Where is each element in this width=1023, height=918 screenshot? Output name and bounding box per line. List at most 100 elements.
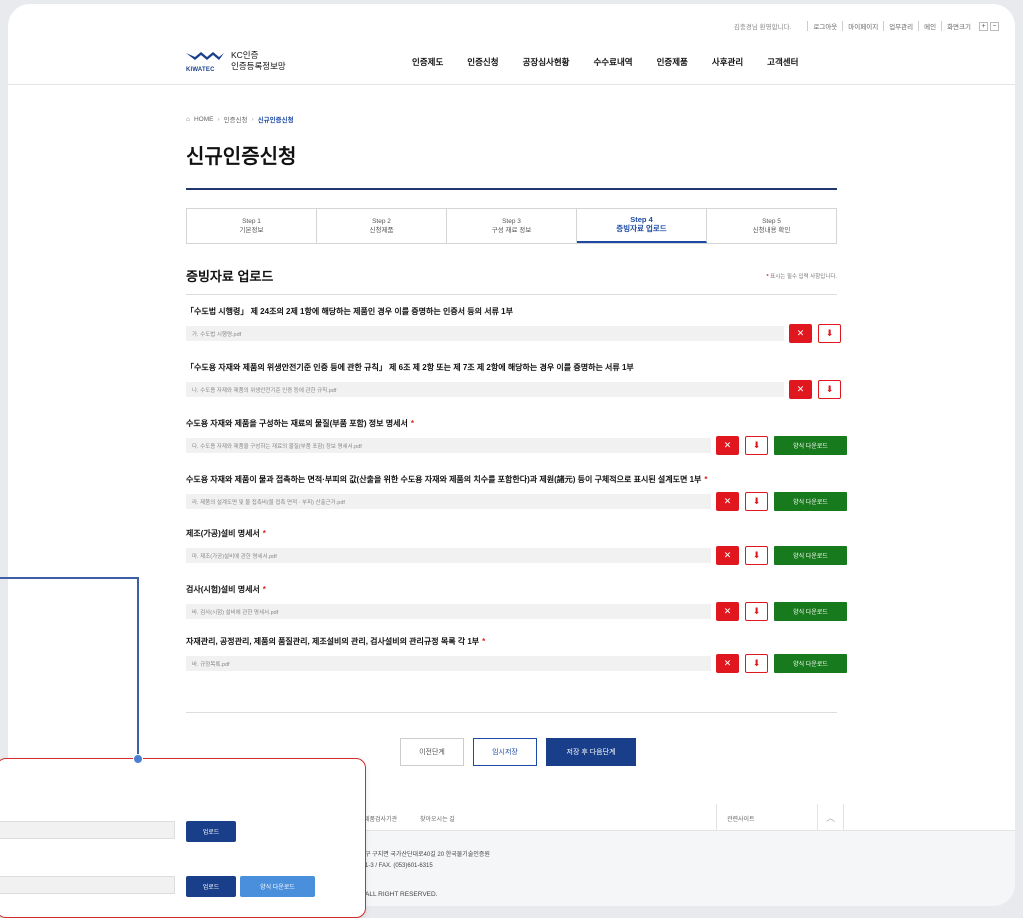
- main-link[interactable]: 메인: [918, 21, 941, 31]
- upload-item-label: 「수도용 자재와 제품의 위생안전기준 인증 등에 관한 규칙」 제 6조 제 …: [186, 362, 837, 376]
- step-num: Step 2: [372, 218, 391, 225]
- footer-tel: 1-3 / FAX. (053)601-6315: [365, 863, 433, 869]
- welcome-text: 김충경님 환영합니다.: [733, 24, 792, 31]
- upload-item-label: 「수도법 시행령」 제 24조의 2제 1항에 해당하는 제품인 경우 이를 증…: [186, 306, 837, 320]
- file-name-field: 바. 규정목록.pdf: [186, 656, 711, 671]
- nav-item-customer-center[interactable]: 고객센터: [767, 56, 798, 68]
- step-5: Step 5 신청내용 확인: [707, 209, 836, 243]
- step-3: Step 3 구성 재료 정보: [447, 209, 577, 243]
- upload-item: 검사(시험)설비 명세서 * 바. 검사(시험) 설비에 관한 명세서.pdf ✕…: [186, 584, 847, 621]
- label-text: 수도용 자재와 제품을 구성하는 재료의 물질(부품 포함) 정보 명세서: [186, 419, 408, 428]
- upload-button[interactable]: 업로드: [186, 876, 236, 897]
- label-text: 자재관리, 공정관리, 제품의 품질관리, 제조설비의 관리, 검사설비의 관리…: [186, 637, 480, 646]
- upload-item: 「수도용 자재와 제품의 위생안전기준 인증 등에 관한 규칙」 제 6조 제 …: [186, 362, 841, 399]
- delete-button[interactable]: ✕: [789, 324, 812, 343]
- footer-link-inspection[interactable]: 제품검사기관: [364, 814, 397, 823]
- save-next-button[interactable]: 저장 후 다음단계: [546, 738, 636, 766]
- wave-logo-icon: [186, 52, 224, 60]
- upload-button[interactable]: 업로드: [186, 821, 236, 842]
- required-text: 표시는 필수 입력 사항입니다.: [770, 274, 837, 280]
- nav-item-cert-apply[interactable]: 인증신청: [467, 56, 498, 68]
- required-note: * 표시는 필수 입력 사항입니다.: [766, 272, 837, 280]
- zoom-out-button[interactable]: −: [990, 21, 999, 31]
- form-download-button[interactable]: 양식 다운로드: [774, 602, 847, 621]
- file-name-field: 바. 검사(시험) 설비에 관한 명세서.pdf: [186, 604, 711, 619]
- form-download-button[interactable]: 양식 다운로드: [774, 654, 847, 673]
- footer-link-directions[interactable]: 찾아오시는 길: [420, 814, 455, 823]
- download-button[interactable]: ⬇: [745, 602, 768, 621]
- delete-button[interactable]: ✕: [716, 436, 739, 455]
- logo-mark: KIWATEC: [186, 49, 224, 73]
- required-star: *: [410, 419, 414, 428]
- related-sites-select[interactable]: 관련사이트: [716, 804, 818, 831]
- download-button[interactable]: ⬇: [818, 380, 841, 399]
- upload-item: 수도용 자재와 제품이 물과 접촉하는 면적·부피의 값(산출을 위한 수도용 …: [186, 474, 847, 511]
- upload-item-label: 제조(가공)설비 명세서 *: [186, 528, 837, 542]
- step-4-active: Step 4 증빙자료 업로드: [577, 209, 707, 243]
- nav-item-cert-system[interactable]: 인증제도: [412, 56, 443, 68]
- download-button[interactable]: ⬇: [745, 436, 768, 455]
- form-download-button[interactable]: 양식 다운로드: [774, 492, 847, 511]
- nav-item-fees[interactable]: 수수료내역: [593, 56, 632, 68]
- upload-item: 제조(가공)설비 명세서 * 마. 제조(가공)설비에 관한 명세서.pdf ✕ …: [186, 528, 847, 565]
- file-name-field: 가. 수도법 시행령.pdf: [186, 326, 784, 341]
- callout-file-field: [0, 821, 175, 839]
- download-button[interactable]: ⬇: [745, 654, 768, 673]
- delete-button[interactable]: ✕: [789, 380, 812, 399]
- file-name-field: 나. 수도용 자재와 제품의 위생안전기준 인증 등에 관한 규칙.pdf: [186, 382, 784, 397]
- step-2: Step 2 신청제품: [317, 209, 447, 243]
- chevron-up-icon[interactable]: ︿: [818, 804, 844, 831]
- utility-bar: 김충경님 환영합니다. 로그아웃 마이페이지 업무관리 메인 화면크기 + −: [734, 21, 999, 31]
- nav-item-cert-products[interactable]: 인증제품: [657, 56, 688, 68]
- logout-link[interactable]: 로그아웃: [807, 21, 842, 31]
- step-label: 증빙자료 업로드: [616, 224, 667, 233]
- zoom-in-button[interactable]: +: [979, 21, 988, 31]
- prev-step-button[interactable]: 이전단계: [400, 738, 464, 766]
- required-star: *: [262, 585, 266, 594]
- delete-button[interactable]: ✕: [716, 546, 739, 565]
- footer-copyright: ALL RIGHT RESERVED.: [365, 891, 438, 898]
- logo-word: KIWATEC: [186, 67, 215, 73]
- file-name-field: 마. 제조(가공)설비에 관한 명세서.pdf: [186, 548, 711, 563]
- page-title: 신규인증신청: [186, 146, 297, 168]
- delete-button[interactable]: ✕: [716, 492, 739, 511]
- download-button[interactable]: ⬇: [818, 324, 841, 343]
- callout-connector: [0, 577, 139, 579]
- mypage-link[interactable]: 마이페이지: [842, 21, 883, 31]
- step-1: Step 1 기본정보: [187, 209, 317, 243]
- label-text: 검사(시험)설비 명세서: [186, 585, 260, 594]
- upload-item-label: 수도용 자재와 제품이 물과 접촉하는 면적·부피의 값(산출을 위한 수도용 …: [186, 474, 837, 488]
- download-button[interactable]: ⬇: [745, 546, 768, 565]
- upload-item: 자재관리, 공정관리, 제품의 품질관리, 제조설비의 관리, 검사설비의 관리…: [186, 636, 847, 673]
- required-star: *: [482, 637, 486, 646]
- upload-item-label: 자재관리, 공정관리, 제품의 품질관리, 제조설비의 관리, 검사설비의 관리…: [186, 636, 837, 650]
- nav-item-post-mgmt[interactable]: 사후관리: [712, 56, 743, 68]
- step-label: 구성 재료 정보: [491, 227, 532, 234]
- label-text: 「수도법 시행령」 제 24조의 2제 1항에 해당하는 제품인 경우 이를 증…: [186, 307, 513, 316]
- logo-line1: KC인증: [231, 50, 259, 60]
- breadcrumb-home[interactable]: HOME: [194, 116, 214, 123]
- form-download-button[interactable]: 양식 다운로드: [240, 876, 315, 897]
- main-nav: 인증제도 인증신청 공장심사현황 수수료내역 인증제품 사후관리 고객센터: [412, 56, 822, 68]
- temp-save-button[interactable]: 임시저장: [473, 738, 537, 766]
- breadcrumb-current: 신규인증신청: [257, 117, 294, 124]
- delete-button[interactable]: ✕: [716, 602, 739, 621]
- logo[interactable]: KIWATEC KC인증 인증등록정보망: [186, 49, 286, 73]
- label-text: 제조(가공)설비 명세서: [186, 529, 260, 538]
- label-text: 「수도용 자재와 제품의 위생안전기준 인증 등에 관한 규칙」 제 6조 제 …: [186, 363, 634, 372]
- form-download-button[interactable]: 양식 다운로드: [774, 436, 847, 455]
- form-bottom-divider: [186, 712, 837, 713]
- nav-item-factory-audit[interactable]: 공장심사현황: [523, 56, 570, 68]
- upload-item-label: 검사(시험)설비 명세서 *: [186, 584, 837, 598]
- delete-button[interactable]: ✕: [716, 654, 739, 673]
- zoom-label: 화면크기: [941, 21, 976, 31]
- form-download-button[interactable]: 양식 다운로드: [774, 546, 847, 565]
- section-title: 증빙자료 업로드: [186, 269, 274, 284]
- file-name-field: 라. 제품의 설계도면 및 물 접촉비(물 접촉 면적 · 부피) 산출근거.p…: [186, 494, 711, 509]
- section-divider: [186, 294, 837, 295]
- breadcrumb-level1[interactable]: 인증신청: [224, 114, 248, 124]
- footer-address: 구 구지면 국가산단대로40길 20 한국물기술인증원: [365, 852, 490, 858]
- download-button[interactable]: ⬇: [745, 492, 768, 511]
- home-icon[interactable]: ⌂: [186, 116, 190, 123]
- work-link[interactable]: 업무관리: [883, 21, 918, 31]
